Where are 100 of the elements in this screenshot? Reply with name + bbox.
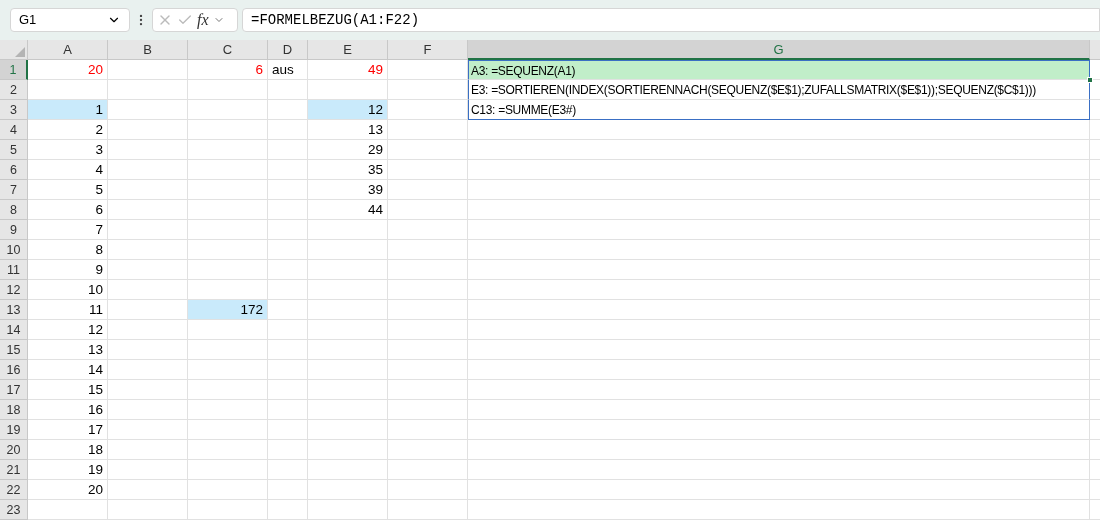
table-cell[interactable]: 49: [308, 60, 388, 80]
table-cell[interactable]: [388, 80, 468, 100]
table-cell[interactable]: [308, 460, 388, 480]
table-cell[interactable]: [188, 480, 268, 500]
row-header[interactable]: 1: [0, 60, 28, 80]
table-cell[interactable]: [268, 220, 308, 240]
table-cell[interactable]: A3: =SEQUENZ(A1): [468, 60, 1090, 80]
table-cell[interactable]: [268, 500, 308, 520]
table-cell[interactable]: [268, 180, 308, 200]
table-cell[interactable]: [468, 220, 1090, 240]
table-cell[interactable]: [308, 340, 388, 360]
table-cell[interactable]: [108, 120, 188, 140]
table-cell[interactable]: 9: [28, 260, 108, 280]
row-header[interactable]: 16: [0, 360, 28, 380]
table-cell[interactable]: [468, 380, 1090, 400]
row-header[interactable]: 2: [0, 80, 28, 100]
table-cell[interactable]: [388, 160, 468, 180]
table-cell[interactable]: [268, 320, 308, 340]
table-cell[interactable]: [108, 240, 188, 260]
table-cell[interactable]: [188, 460, 268, 480]
select-all-corner[interactable]: [0, 40, 28, 60]
table-cell[interactable]: 15: [28, 380, 108, 400]
table-cell[interactable]: [468, 500, 1090, 520]
table-cell[interactable]: [268, 420, 308, 440]
table-cell[interactable]: [388, 300, 468, 320]
table-cell[interactable]: [468, 440, 1090, 460]
table-cell[interactable]: [308, 280, 388, 300]
table-cell[interactable]: [388, 380, 468, 400]
table-cell[interactable]: [268, 140, 308, 160]
table-cell[interactable]: [308, 220, 388, 240]
table-cell[interactable]: [108, 280, 188, 300]
table-cell[interactable]: [468, 360, 1090, 380]
row-header[interactable]: 9: [0, 220, 28, 240]
column-header[interactable]: D: [268, 40, 308, 60]
table-cell[interactable]: [468, 400, 1090, 420]
column-header[interactable]: E: [308, 40, 388, 60]
table-cell[interactable]: [308, 420, 388, 440]
table-cell[interactable]: [188, 80, 268, 100]
insert-function-button[interactable]: fx: [197, 12, 209, 28]
row-header[interactable]: 14: [0, 320, 28, 340]
table-cell[interactable]: [108, 260, 188, 280]
table-cell[interactable]: [468, 480, 1090, 500]
row-header[interactable]: 17: [0, 380, 28, 400]
table-cell[interactable]: [268, 400, 308, 420]
table-cell[interactable]: [108, 200, 188, 220]
table-cell[interactable]: [188, 160, 268, 180]
table-cell[interactable]: [108, 180, 188, 200]
row-header[interactable]: 21: [0, 460, 28, 480]
table-cell[interactable]: [268, 120, 308, 140]
table-cell[interactable]: [468, 160, 1090, 180]
table-cell[interactable]: 8: [28, 240, 108, 260]
table-cell[interactable]: [388, 200, 468, 220]
table-cell[interactable]: [308, 380, 388, 400]
row-header[interactable]: 20: [0, 440, 28, 460]
column-header[interactable]: [1090, 40, 1100, 60]
formula-input[interactable]: =FORMELBEZUG(A1:F22): [242, 8, 1100, 32]
table-cell[interactable]: 35: [308, 160, 388, 180]
table-cell[interactable]: 17: [28, 420, 108, 440]
table-cell[interactable]: 16: [28, 400, 108, 420]
table-cell[interactable]: [188, 440, 268, 460]
row-header[interactable]: 6: [0, 160, 28, 180]
table-cell[interactable]: [268, 340, 308, 360]
table-cell[interactable]: 12: [308, 100, 388, 120]
row-header[interactable]: 7: [0, 180, 28, 200]
row-header[interactable]: 13: [0, 300, 28, 320]
table-cell[interactable]: [108, 380, 188, 400]
table-cell[interactable]: 172: [188, 300, 268, 320]
table-cell[interactable]: [108, 500, 188, 520]
table-cell[interactable]: [268, 300, 308, 320]
table-cell[interactable]: [268, 80, 308, 100]
table-cell[interactable]: [388, 140, 468, 160]
table-cell[interactable]: 19: [28, 460, 108, 480]
table-cell[interactable]: [188, 400, 268, 420]
row-header[interactable]: 23: [0, 500, 28, 520]
row-header[interactable]: 8: [0, 200, 28, 220]
table-cell[interactable]: [468, 240, 1090, 260]
table-cell[interactable]: [108, 400, 188, 420]
row-header[interactable]: 10: [0, 240, 28, 260]
table-cell[interactable]: [388, 420, 468, 440]
table-cell[interactable]: [468, 340, 1090, 360]
table-cell[interactable]: [108, 140, 188, 160]
table-cell[interactable]: [188, 200, 268, 220]
table-cell[interactable]: [468, 140, 1090, 160]
table-cell[interactable]: [188, 180, 268, 200]
table-cell[interactable]: [308, 480, 388, 500]
name-box[interactable]: G1: [10, 8, 130, 32]
table-cell[interactable]: [108, 460, 188, 480]
row-header[interactable]: 22: [0, 480, 28, 500]
table-cell[interactable]: [388, 340, 468, 360]
column-header[interactable]: F: [388, 40, 468, 60]
table-cell[interactable]: 12: [28, 320, 108, 340]
table-cell[interactable]: 10: [28, 280, 108, 300]
table-cell[interactable]: [388, 400, 468, 420]
table-cell[interactable]: [188, 340, 268, 360]
table-cell[interactable]: [388, 180, 468, 200]
table-cell[interactable]: [468, 460, 1090, 480]
table-cell[interactable]: aus: [268, 60, 308, 80]
table-cell[interactable]: [108, 440, 188, 460]
column-header[interactable]: C: [188, 40, 268, 60]
table-cell[interactable]: [108, 340, 188, 360]
